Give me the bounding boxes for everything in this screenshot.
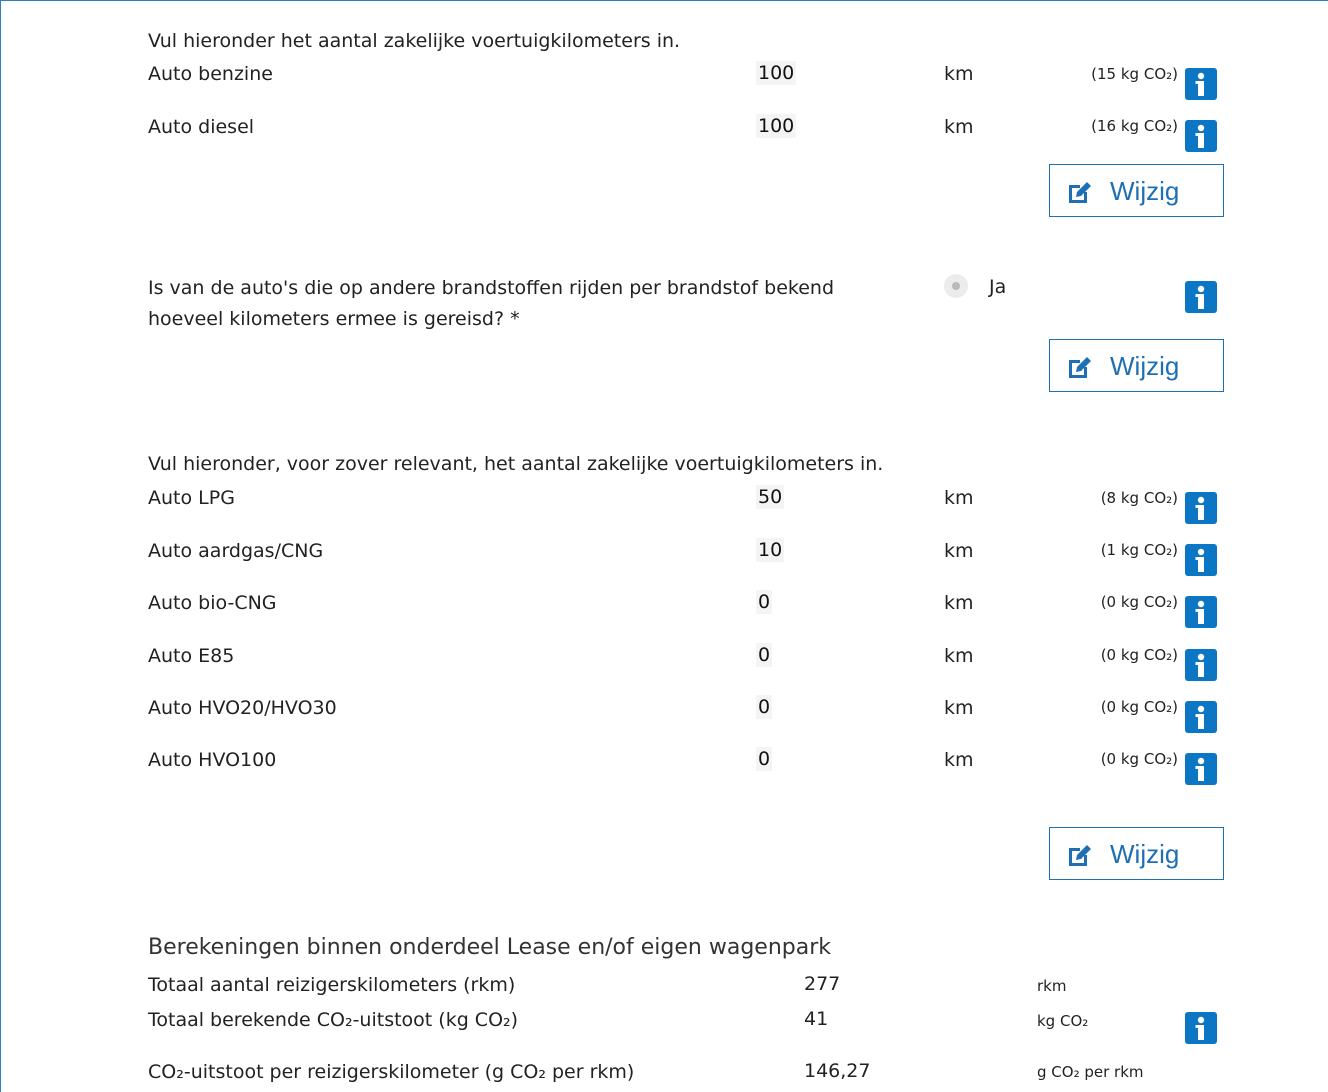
edit-button-label: Wijzig (1110, 176, 1180, 206)
edit-button[interactable]: Wijzig (1049, 827, 1224, 880)
co2-value: (16 kg CO₂) (1091, 117, 1178, 135)
radio-label: Ja (989, 276, 1007, 298)
unit-label: km (944, 116, 974, 138)
co2-value: (0 kg CO₂) (1100, 646, 1178, 664)
edit-icon (1069, 845, 1091, 866)
km-input[interactable]: 0 (756, 747, 773, 771)
km-input[interactable]: 50 (756, 485, 785, 509)
row-label: Auto LPG (148, 487, 235, 509)
calc-label: CO₂-uitstoot per reizigerskilometer (g C… (148, 1061, 635, 1083)
info-icon[interactable] (1185, 68, 1217, 100)
question-line2: hoeveel kilometers ermee is gereisd? * (148, 308, 520, 330)
unit-label: km (944, 63, 974, 85)
row-label: Auto HVO20/HVO30 (148, 697, 337, 719)
edit-button[interactable]: Wijzig (1049, 164, 1224, 217)
unit-label: km (944, 540, 974, 562)
calc-unit: rkm (1037, 977, 1067, 995)
km-input[interactable]: 100 (756, 61, 797, 85)
calc-value: 277 (804, 973, 841, 995)
row-label: Auto benzine (148, 63, 273, 85)
calculations-heading: Berekeningen binnen onderdeel Lease en/o… (148, 935, 831, 960)
co2-value: (0 kg CO₂) (1100, 593, 1178, 611)
unit-label: km (944, 645, 974, 667)
km-input[interactable]: 100 (756, 114, 797, 138)
row-label: Auto aardgas/CNG (148, 540, 324, 562)
calc-unit: kg CO₂ (1037, 1012, 1089, 1030)
row-label: Auto bio-CNG (148, 592, 277, 614)
row-label: Auto HVO100 (148, 749, 277, 771)
unit-label: km (944, 749, 974, 771)
info-icon[interactable] (1185, 1012, 1217, 1044)
co2-value: (1 kg CO₂) (1100, 541, 1178, 559)
section1-intro: Vul hieronder het aantal zakelijke voert… (148, 30, 681, 52)
info-icon[interactable] (1185, 753, 1217, 785)
calc-value: 146,27 (804, 1060, 871, 1082)
unit-label: km (944, 592, 974, 614)
row-label: Auto E85 (148, 645, 235, 667)
radio-button[interactable] (944, 274, 968, 298)
km-input[interactable]: 10 (756, 538, 785, 562)
info-icon[interactable] (1185, 701, 1217, 733)
co2-value: (0 kg CO₂) (1100, 750, 1178, 768)
info-icon[interactable] (1185, 544, 1217, 576)
co2-value: (0 kg CO₂) (1100, 698, 1178, 716)
co2-value: (8 kg CO₂) (1100, 489, 1178, 507)
calc-unit: g CO₂ per rkm (1037, 1063, 1144, 1081)
km-input[interactable]: 0 (756, 643, 773, 667)
section2-intro: Vul hieronder, voor zover relevant, het … (148, 453, 884, 475)
unit-label: km (944, 487, 974, 509)
edit-icon (1069, 182, 1091, 203)
km-input[interactable]: 0 (756, 590, 773, 614)
unit-label: km (944, 697, 974, 719)
calc-value: 41 (804, 1008, 829, 1030)
edit-button-label: Wijzig (1110, 351, 1180, 381)
co2-value: (15 kg CO₂) (1091, 65, 1178, 83)
info-icon[interactable] (1185, 492, 1217, 524)
edit-button[interactable]: Wijzig (1049, 339, 1224, 392)
info-icon[interactable] (1185, 596, 1217, 628)
info-icon[interactable] (1185, 281, 1217, 313)
row-label: Auto diesel (148, 116, 255, 138)
edit-icon (1069, 357, 1091, 378)
km-input[interactable]: 0 (756, 695, 773, 719)
calc-label: Totaal berekende CO₂-uitstoot (kg CO₂) (148, 1009, 519, 1031)
calc-label: Totaal aantal reizigerskilometers (rkm) (148, 974, 516, 996)
question-line1: Is van de auto's die op andere brandstof… (148, 277, 835, 299)
edit-button-label: Wijzig (1110, 839, 1180, 869)
info-icon[interactable] (1185, 120, 1217, 152)
info-icon[interactable] (1185, 649, 1217, 681)
